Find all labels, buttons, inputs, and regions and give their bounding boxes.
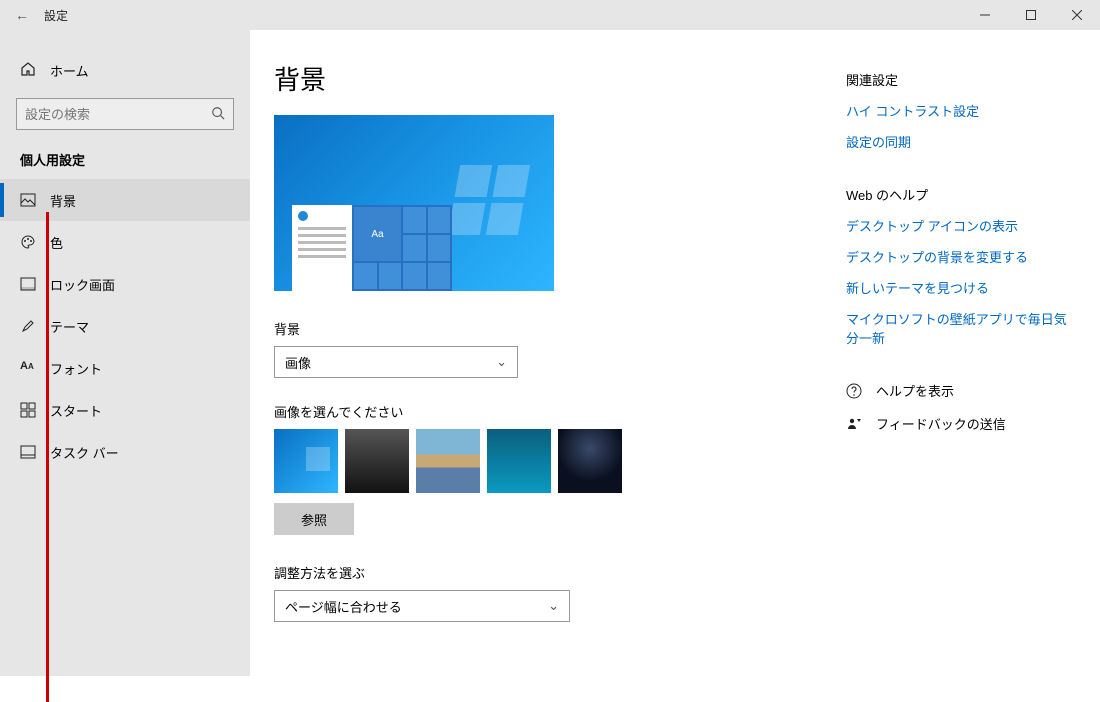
annotation-red-line [46,212,49,702]
link-show-desktop-icons[interactable]: デスクトップ アイコンの表示 [846,216,1076,235]
webhelp-header: Web のヘルプ [846,185,1076,204]
nav-start[interactable]: スタート [0,389,250,431]
image-thumbnails [274,429,834,493]
nav-fonts[interactable]: AA フォント [0,347,250,389]
title-bar: ← 設定 [0,0,1100,30]
nav-label: 背景 [50,191,76,210]
fit-label: 調整方法を選ぶ [274,563,834,582]
home-icon [20,61,36,80]
help-icon [846,383,862,399]
taskbar-icon [20,444,36,460]
search-icon [211,106,225,123]
nav-background[interactable]: 背景 [0,179,250,221]
start-icon [20,402,36,418]
help-label: ヘルプを表示 [876,381,954,400]
brush-icon [20,318,36,334]
palette-icon [20,234,36,250]
search-input[interactable] [25,107,211,122]
chevron-down-icon: ⌄ [548,598,559,614]
settings-window: ← 設定 ホーム 個人用設定 [0,0,1100,672]
link-high-contrast[interactable]: ハイ コントラスト設定 [846,101,1076,120]
main-pane: 背景 Aa 背景 画像 ⌄ 画像を選んでください [274,60,834,646]
link-change-background[interactable]: デスクトップの背景を変更する [846,247,1076,266]
nav-label: タスク バー [50,443,119,462]
preview-sample-window [292,205,352,291]
feedback-label: フィードバックの送信 [876,414,1006,433]
nav-label: スタート [50,401,102,420]
thumbnail-4[interactable] [487,429,551,493]
right-pane: 関連設定 ハイ コントラスト設定 設定の同期 Web のヘルプ デスクトップ ア… [846,60,1076,646]
nav-label: テーマ [50,317,89,336]
fit-select[interactable]: ページ幅に合わせる ⌄ [274,590,570,622]
background-type-label: 背景 [274,319,834,338]
minimize-button[interactable] [962,0,1008,30]
nav-list: 背景 色 ロック画面 テーマ AA フォント [0,179,250,473]
feedback-icon [846,416,862,432]
thumbnail-5[interactable] [558,429,622,493]
page-title: 背景 [274,60,834,97]
picture-icon [20,192,36,208]
combo-value: 画像 [285,353,311,372]
home-link[interactable]: ホーム [0,50,250,90]
thumbnail-1[interactable] [274,429,338,493]
nav-themes[interactable]: テーマ [0,305,250,347]
search-box[interactable] [16,98,234,130]
preview-sample-tiles: Aa [352,205,452,291]
related-header: 関連設定 [846,70,1076,89]
home-label: ホーム [50,61,89,80]
nav-label: フォント [50,359,102,378]
chevron-down-icon: ⌄ [496,354,507,370]
nav-label: 色 [50,233,63,252]
choose-image-label: 画像を選んでください [274,402,834,421]
nav-label: ロック画面 [50,275,115,294]
thumbnail-3[interactable] [416,429,480,493]
link-wallpaper-app[interactable]: マイクロソフトの壁紙アプリで毎日気分一新 [846,309,1076,347]
preview-aa-tile: Aa [354,207,401,261]
maximize-button[interactable] [1008,0,1054,30]
nav-lockscreen[interactable]: ロック画面 [0,263,250,305]
sidebar: ホーム 個人用設定 背景 色 ロッ [0,30,250,676]
combo-value: ページ幅に合わせる [285,597,402,616]
feedback-link[interactable]: フィードバックの送信 [846,414,1076,433]
font-icon: AA [20,360,36,376]
lockscreen-icon [20,276,36,292]
nav-colors[interactable]: 色 [0,221,250,263]
browse-button[interactable]: 参照 [274,503,354,535]
background-preview: Aa [274,115,554,291]
link-find-themes[interactable]: 新しいテーマを見つける [846,278,1076,297]
back-button[interactable]: ← [0,7,44,23]
sidebar-section-title: 個人用設定 [0,144,250,179]
background-type-select[interactable]: 画像 ⌄ [274,346,518,378]
thumbnail-2[interactable] [345,429,409,493]
nav-taskbar[interactable]: タスク バー [0,431,250,473]
window-title: 設定 [44,7,68,24]
help-link[interactable]: ヘルプを表示 [846,381,1076,400]
link-sync-settings[interactable]: 設定の同期 [846,132,1076,151]
close-button[interactable] [1054,0,1100,30]
